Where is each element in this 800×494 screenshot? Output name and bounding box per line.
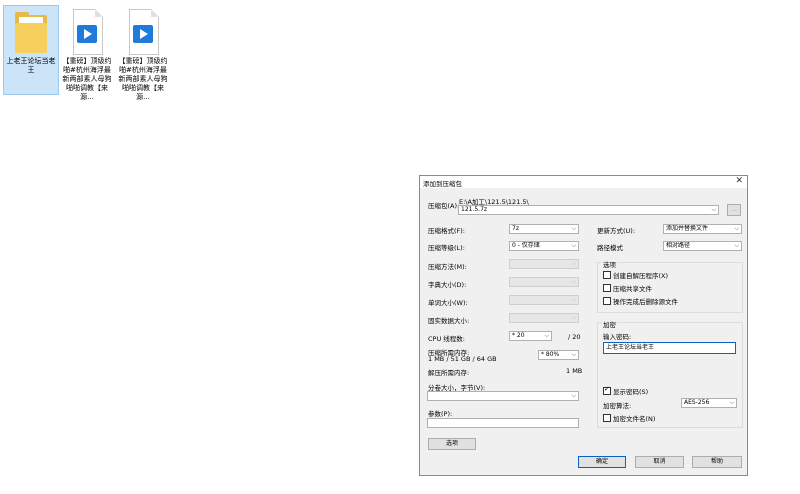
folder-icon: [13, 9, 49, 55]
params-input[interactable]: [427, 418, 579, 428]
dict-label: 字典大小(D):: [428, 281, 467, 289]
solid-select[interactable]: ⌵: [509, 313, 579, 323]
path-mode-select[interactable]: 相对路径 ⌵: [663, 241, 742, 251]
chevron-down-icon: ⌵: [734, 242, 739, 249]
chevron-down-icon: ⌵: [571, 278, 576, 285]
password-value: 上老王论坛当老王: [606, 344, 655, 351]
word-label: 单词大小(W):: [428, 299, 468, 307]
level-label: 压缩等级(L):: [428, 244, 465, 252]
shared-files-checkbox[interactable]: 压缩共享文件: [603, 283, 652, 293]
dict-select[interactable]: ⌵: [509, 277, 579, 287]
update-select[interactable]: 添加并替换文件 ⌵: [663, 224, 742, 234]
enc-method-label: 加密算法:: [603, 402, 632, 410]
cpu-label: CPU 线程数:: [428, 335, 465, 343]
update-value: 添加并替换文件: [666, 225, 709, 232]
checkbox-box: [603, 297, 611, 305]
format-label: 压缩格式(F):: [428, 227, 466, 235]
chevron-down-icon: ⌵: [544, 332, 549, 339]
show-password-checkbox[interactable]: 显示密码(S): [603, 385, 649, 396]
chevron-down-icon: ⌵: [571, 392, 576, 399]
chevron-down-icon: ⌵: [571, 351, 576, 358]
method-label: 压缩方法(M):: [428, 263, 467, 271]
archive-name-combo[interactable]: 121.5.7z ⌵: [458, 205, 719, 215]
mem-decomp-value: 1 MB: [566, 367, 583, 375]
chevron-down-icon: ⌵: [571, 242, 576, 249]
archive-name-value: 121.5.7z: [461, 206, 488, 213]
video-file-icon: [69, 9, 105, 55]
solid-label: 固实数据大小:: [428, 317, 470, 325]
browse-button[interactable]: ...: [727, 204, 741, 216]
desktop-icon-label: 上老王论坛当老王: [6, 57, 56, 74]
level-select[interactable]: 0 - 仅存储 ⌵: [509, 241, 579, 251]
encryption-group-title: 加密: [602, 319, 617, 329]
encryption-group: 加密 输入密码: 上老王论坛当老王 显示密码(S) 加密算法: AES-256 …: [597, 319, 743, 428]
chevron-down-icon: ⌵: [729, 399, 734, 406]
options-button[interactable]: 选项: [428, 438, 476, 450]
options-group-title: 选项: [602, 259, 617, 269]
encrypt-names-checkbox[interactable]: 加密文件名(N): [603, 413, 655, 423]
desktop-video-file-1[interactable]: 【重磅】顶级约啪#杭州海浮最新两部素人母狗啪啪调教【来源...: [60, 6, 114, 101]
video-file-icon: [125, 9, 161, 55]
dialog-title: 添加到压缩包: [423, 180, 462, 188]
path-mode-value: 相对路径: [666, 242, 691, 249]
password-input[interactable]: 上老王论坛当老王: [603, 342, 736, 354]
shared-label: 压缩共享文件: [613, 285, 652, 293]
format-select[interactable]: 7z ⌵: [509, 224, 579, 234]
add-to-archive-dialog: 添加到压缩包 ✕ 压缩包(A): E:\A加工\121.5\121.5\ 121…: [419, 175, 748, 476]
mem-decomp-label: 解压所需内存:: [428, 369, 470, 377]
password-label: 输入密码:: [603, 333, 632, 341]
params-label: 参数(P):: [428, 410, 453, 418]
desktop-video-file-2[interactable]: 【重磅】顶级约啪#杭州海浮最新两部素人母狗啪啪调教【来源...: [116, 6, 170, 101]
desktop-folder-icon-item[interactable]: 上老王论坛当老王: [3, 5, 59, 95]
dialog-titlebar: 添加到压缩包 ✕: [420, 176, 747, 188]
chevron-down-icon: ⌵: [571, 296, 576, 303]
split-size-combo[interactable]: ⌵: [427, 391, 579, 401]
chevron-down-icon: ⌵: [571, 314, 576, 321]
chevron-down-icon: ⌵: [734, 225, 739, 232]
mem-comp-value: * 80%: [541, 351, 560, 358]
sfx-label: 创建自解压程序(X): [613, 272, 669, 280]
chevron-down-icon: ⌵: [571, 260, 576, 267]
checkbox-box: [603, 271, 611, 279]
sfx-checkbox[interactable]: 创建自解压程序(X): [603, 270, 668, 280]
show-password-label: 显示密码(S): [613, 388, 649, 396]
update-label: 更新方式(U):: [597, 227, 636, 235]
checkbox-box: [603, 414, 611, 422]
mem-comp-detail: 1 MB / 51 GB / 64 GB: [428, 355, 497, 363]
cpu-max: / 20: [568, 333, 581, 341]
help-button[interactable]: 帮助: [692, 456, 742, 468]
cpu-value: * 20: [512, 332, 525, 339]
close-icon[interactable]: ✕: [735, 176, 743, 186]
enc-method-select[interactable]: AES-256 ⌵: [681, 398, 737, 408]
checkbox-box: [603, 284, 611, 292]
chevron-down-icon: ⌵: [571, 225, 576, 232]
word-select[interactable]: ⌵: [509, 295, 579, 305]
cpu-threads-select[interactable]: * 20 ⌵: [509, 331, 552, 341]
cancel-button[interactable]: 取消: [635, 456, 684, 468]
ok-button[interactable]: 确定: [578, 456, 626, 468]
options-group: 选项 创建自解压程序(X) 压缩共享文件 操作完成后删除源文件: [597, 259, 743, 313]
level-value: 0 - 仅存储: [512, 242, 540, 249]
desktop-icon-label: 【重磅】顶级约啪#杭州海浮最新两部素人母狗啪啪调教【来源...: [118, 57, 168, 101]
delete-label: 操作完成后删除源文件: [613, 298, 678, 306]
archive-label: 压缩包(A):: [428, 202, 460, 210]
encrypt-names-label: 加密文件名(N): [613, 415, 656, 423]
method-select[interactable]: ⌵: [509, 259, 579, 269]
delete-after-checkbox[interactable]: 操作完成后删除源文件: [603, 296, 678, 306]
format-value: 7z: [512, 225, 519, 232]
path-mode-label: 路径模式: [597, 244, 623, 252]
enc-method-value: AES-256: [684, 399, 710, 406]
checkbox-box: [603, 385, 611, 395]
mem-comp-select[interactable]: * 80% ⌵: [538, 350, 579, 360]
desktop-icon-label: 【重磅】顶级约啪#杭州海浮最新两部素人母狗啪啪调教【来源...: [62, 57, 112, 101]
chevron-down-icon: ⌵: [711, 206, 716, 213]
